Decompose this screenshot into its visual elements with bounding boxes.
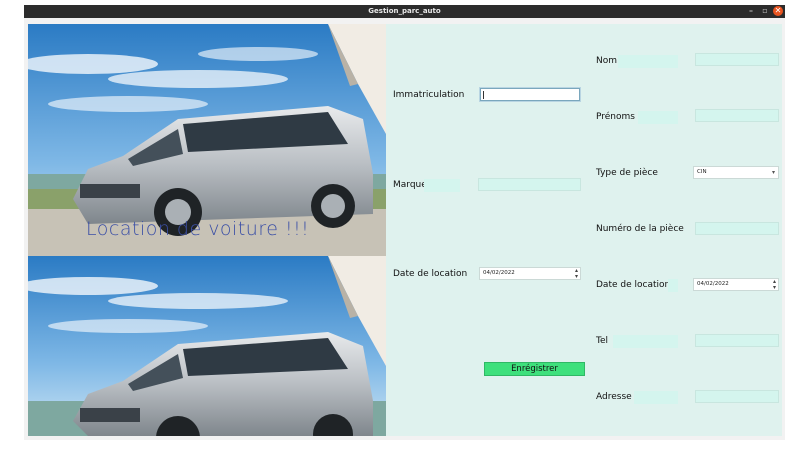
window-title: Gestion_parc_auto [368, 7, 441, 15]
date-location-value-left: 04/02/2022 [483, 270, 515, 276]
car-image-bottom [28, 256, 386, 436]
prenoms-input[interactable] [695, 109, 779, 122]
date-location-label-bg [668, 279, 678, 292]
immatriculation-label: Immatriculation [393, 90, 465, 100]
nom-label-bg [618, 55, 678, 68]
app-window: Location de voiture !!! Immatriculation … [24, 18, 785, 440]
type-piece-select[interactable]: CIN ▾ [693, 166, 779, 179]
date-location-label-left: Date de location [393, 269, 468, 279]
adresse-label: Adresse [596, 392, 632, 402]
tel-input[interactable] [695, 334, 779, 347]
banner-overlay-text: Location de voiture !!! [86, 218, 310, 240]
tel-label-bg [613, 335, 678, 348]
save-button[interactable]: Enrégistrer [484, 362, 585, 376]
date-location-input-left[interactable]: 04/02/2022 ▴ ▾ [479, 267, 581, 280]
numero-piece-label: Numéro de la pièce [596, 224, 684, 234]
main-panel: Location de voiture !!! Immatriculation … [28, 24, 782, 436]
minimize-icon[interactable]: – [746, 6, 756, 16]
chevron-down-icon: ▾ [771, 169, 775, 176]
date-spin-icon[interactable]: ▴ ▾ [575, 268, 578, 280]
adresse-input[interactable] [695, 390, 779, 403]
tel-label: Tel [596, 336, 609, 346]
nom-input[interactable] [695, 53, 779, 66]
close-icon[interactable]: ✕ [773, 6, 783, 16]
text-caret [483, 91, 484, 99]
immatriculation-input[interactable] [480, 88, 580, 101]
date-location-value-right: 04/02/2022 [697, 281, 729, 287]
type-piece-value: CIN [697, 169, 707, 175]
window-titlebar: Gestion_parc_auto – ▫ ✕ [24, 5, 785, 18]
marque-input[interactable] [478, 178, 581, 191]
date-location-input-right[interactable]: 04/02/2022 ▴ ▾ [693, 278, 779, 291]
adresse-label-bg [634, 391, 678, 404]
date-location-label-right: Date de location [596, 280, 671, 290]
marque-label-bg [424, 179, 460, 192]
marque-label: Marque [393, 180, 427, 190]
prenoms-label-bg [638, 111, 678, 124]
nom-label: Nom [596, 56, 618, 66]
maximize-icon[interactable]: ▫ [760, 6, 770, 16]
date-spin-icon[interactable]: ▴ ▾ [773, 279, 776, 291]
prenoms-label: Prénoms [596, 112, 635, 122]
type-piece-label: Type de pièce [596, 168, 658, 178]
numero-piece-input[interactable] [695, 222, 779, 235]
